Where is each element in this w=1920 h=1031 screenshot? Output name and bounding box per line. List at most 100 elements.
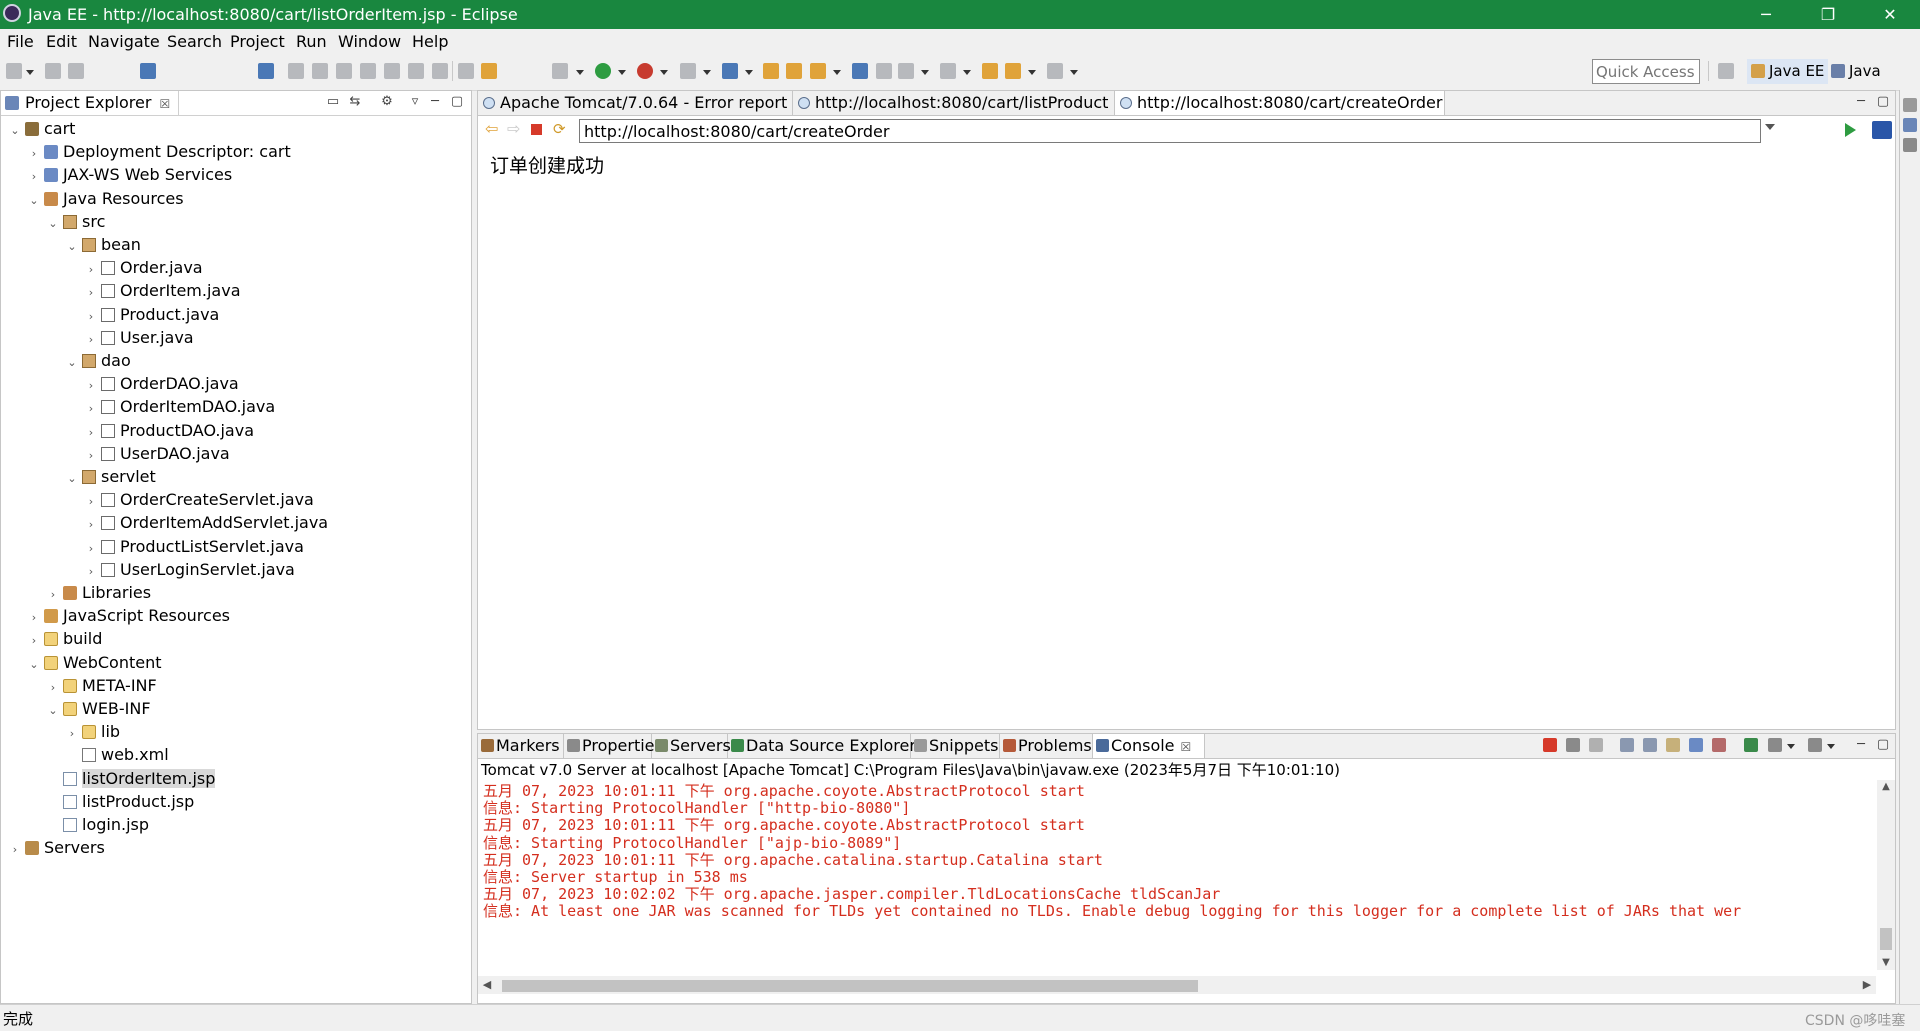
minimize-button[interactable]: ─ bbox=[1738, 0, 1794, 29]
coverage-dropdown-icon[interactable] bbox=[660, 70, 668, 75]
tab-console[interactable]: Console ☒ bbox=[1093, 734, 1205, 758]
quick-access-input[interactable] bbox=[1592, 59, 1700, 84]
tab-create-order[interactable]: http://localhost:8080/cart/createOrder ☒ bbox=[1115, 91, 1445, 115]
collapse-chevron-icon[interactable]: › bbox=[28, 606, 40, 629]
minimize-view-icon[interactable]: ─ bbox=[1852, 736, 1870, 754]
scroll-left-icon[interactable]: ◀ bbox=[478, 976, 496, 994]
tree-item[interactable]: listOrderItem.jsp bbox=[47, 767, 216, 790]
search-dropdown-icon[interactable] bbox=[833, 70, 841, 75]
open-web-browser-icon[interactable] bbox=[852, 63, 868, 79]
collapse-chevron-icon[interactable]: › bbox=[85, 397, 97, 420]
open-external-browser-icon[interactable] bbox=[1872, 121, 1892, 139]
collapse-chevron-icon[interactable]: › bbox=[85, 258, 97, 281]
restore-button[interactable]: ❐ bbox=[1800, 0, 1856, 29]
url-history-dropdown-icon[interactable] bbox=[1765, 124, 1775, 130]
tree-item[interactable]: listProduct.jsp bbox=[47, 790, 194, 813]
tab-snippets[interactable]: Snippets bbox=[911, 734, 1000, 758]
vertical-scroll-thumb[interactable] bbox=[1880, 928, 1892, 950]
tree-item[interactable]: › Libraries bbox=[47, 581, 151, 604]
collapse-chevron-icon[interactable]: › bbox=[85, 421, 97, 444]
run-dropdown-icon[interactable] bbox=[618, 70, 626, 75]
step-return-icon[interactable] bbox=[432, 63, 448, 79]
tab-problems[interactable]: Problems bbox=[1000, 734, 1093, 758]
step-into-icon[interactable] bbox=[384, 63, 400, 79]
tab-error-report[interactable]: Apache Tomcat/7.0.64 - Error report bbox=[478, 91, 793, 115]
tree-item[interactable]: › JAX-WS Web Services bbox=[28, 163, 232, 186]
next-annotation-icon[interactable] bbox=[898, 63, 914, 79]
show-on-stdout-icon[interactable] bbox=[1689, 738, 1703, 752]
next-annotation-dropdown-icon[interactable] bbox=[921, 70, 929, 75]
suspend-icon[interactable] bbox=[312, 63, 328, 79]
forward-arrow-icon[interactable]: ⇨ bbox=[507, 121, 521, 137]
minimize-view-icon[interactable]: ─ bbox=[426, 93, 444, 111]
tree-item[interactable]: ⌄ src bbox=[47, 210, 105, 233]
step-over-icon[interactable] bbox=[408, 63, 424, 79]
debug-dropdown-icon[interactable] bbox=[576, 70, 584, 75]
menu-window[interactable]: Window bbox=[338, 32, 401, 51]
collapse-chevron-icon[interactable]: › bbox=[47, 676, 59, 699]
menu-run[interactable]: Run bbox=[296, 32, 327, 51]
close-icon[interactable]: ☒ bbox=[1181, 740, 1192, 754]
clear-console-icon[interactable] bbox=[1620, 738, 1634, 752]
expand-chevron-icon[interactable]: ⌄ bbox=[66, 467, 78, 490]
scroll-up-icon[interactable]: ▲ bbox=[1877, 780, 1895, 794]
console-output[interactable]: 五月 07, 2023 10:01:11 下午 org.apache.coyot… bbox=[478, 780, 1876, 970]
maximize-editor-icon[interactable]: ▢ bbox=[1874, 93, 1892, 111]
save-all-icon[interactable] bbox=[68, 63, 84, 79]
expand-chevron-icon[interactable]: ⌄ bbox=[9, 119, 21, 142]
tree-item[interactable]: ⌄ WEB-INF bbox=[47, 697, 150, 722]
tree-item[interactable]: › Order.java bbox=[85, 256, 203, 279]
external-tools-icon[interactable] bbox=[680, 63, 696, 79]
maximize-view-icon[interactable]: ▢ bbox=[1874, 736, 1892, 754]
collapse-chevron-icon[interactable]: › bbox=[85, 537, 97, 560]
toggle-mark-occurrences-icon[interactable] bbox=[876, 63, 892, 79]
tree-item[interactable]: › Product.java bbox=[85, 303, 220, 326]
search-icon[interactable] bbox=[810, 63, 826, 79]
collapse-chevron-icon[interactable]: › bbox=[85, 328, 97, 351]
perspective-java[interactable]: Java bbox=[1831, 59, 1881, 84]
collapse-chevron-icon[interactable]: › bbox=[28, 142, 40, 165]
menu-edit[interactable]: Edit bbox=[46, 32, 77, 51]
open-perspective-icon[interactable] bbox=[1718, 63, 1734, 79]
expand-chevron-icon[interactable]: ⌄ bbox=[66, 235, 78, 258]
tab-list-product[interactable]: http://localhost:8080/cart/listProduct bbox=[793, 91, 1115, 115]
menu-project[interactable]: Project bbox=[230, 32, 285, 51]
go-button[interactable] bbox=[1845, 123, 1856, 137]
tools-icon[interactable] bbox=[481, 63, 497, 79]
tree-item[interactable]: › OrderDAO.java bbox=[85, 372, 239, 395]
previous-annotation-icon[interactable] bbox=[940, 63, 956, 79]
tree-item[interactable]: ⌄ cart bbox=[9, 117, 75, 140]
collapse-chevron-icon[interactable]: › bbox=[66, 722, 78, 745]
collapse-chevron-icon[interactable]: › bbox=[85, 374, 97, 397]
expand-chevron-icon[interactable]: ⌄ bbox=[47, 699, 59, 722]
view-filter-icon[interactable]: ⚙ bbox=[378, 93, 396, 111]
tree-item[interactable]: web.xml bbox=[66, 743, 169, 766]
word-wrap-icon[interactable] bbox=[1666, 738, 1680, 752]
menu-search[interactable]: Search bbox=[167, 32, 222, 51]
console-vertical-scrollbar[interactable]: ▲ ▼ bbox=[1877, 780, 1895, 970]
collapse-chevron-icon[interactable]: › bbox=[85, 490, 97, 513]
tree-item[interactable]: › ProductDAO.java bbox=[85, 419, 254, 442]
tab-servers[interactable]: Servers bbox=[652, 734, 731, 758]
scroll-right-icon[interactable]: ▶ bbox=[1858, 976, 1876, 994]
open-console-dropdown-icon[interactable] bbox=[1827, 744, 1835, 749]
view-menu-icon[interactable]: ▿ bbox=[406, 93, 424, 111]
tree-item[interactable]: › JavaScript Resources bbox=[28, 604, 230, 627]
back-arrow-icon[interactable]: ⇦ bbox=[485, 121, 499, 137]
task-list-icon[interactable] bbox=[1903, 138, 1917, 152]
console-view-icon[interactable] bbox=[140, 63, 156, 79]
link-with-editor-icon[interactable]: ⇆ bbox=[346, 93, 364, 111]
resume-icon[interactable] bbox=[288, 63, 304, 79]
close-window-button[interactable]: ✕ bbox=[1862, 0, 1918, 29]
back-icon[interactable] bbox=[1005, 63, 1021, 79]
tree-item[interactable]: › ProductListServlet.java bbox=[85, 535, 304, 558]
forward-icon[interactable] bbox=[1047, 63, 1063, 79]
collapse-chevron-icon[interactable]: › bbox=[47, 583, 59, 606]
tree-item[interactable]: › lib bbox=[66, 720, 120, 743]
url-input[interactable] bbox=[579, 119, 1761, 143]
new-server-dropdown-icon[interactable] bbox=[745, 70, 753, 75]
skip-breakpoints-icon[interactable] bbox=[258, 63, 274, 79]
menu-file[interactable]: File bbox=[7, 32, 34, 51]
debug-icon[interactable] bbox=[552, 63, 568, 79]
expand-chevron-icon[interactable]: ⌄ bbox=[66, 351, 78, 374]
